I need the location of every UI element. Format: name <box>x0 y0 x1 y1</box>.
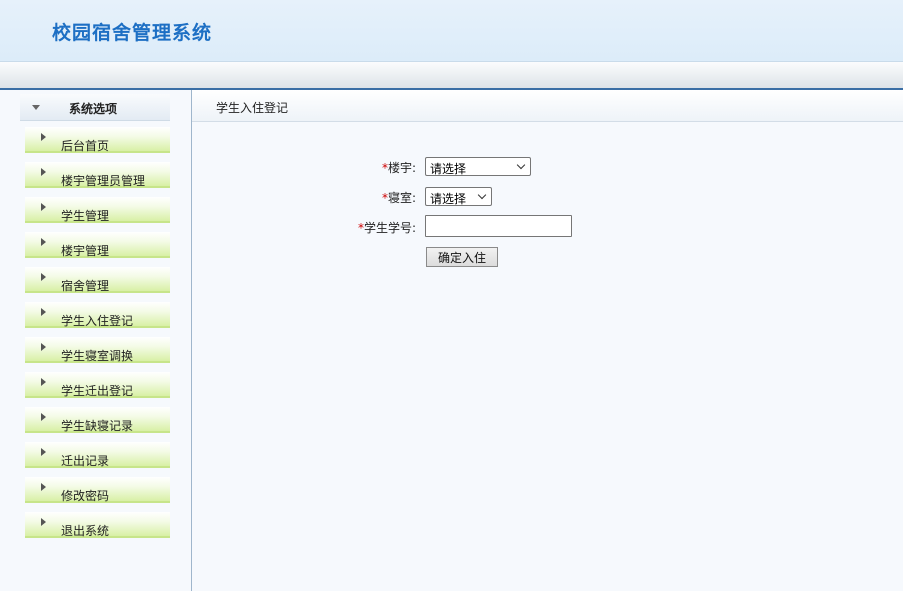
sidebar-item-building-admin[interactable]: 楼宇管理员管理 <box>25 162 170 188</box>
sidebar-item-change-password[interactable]: 修改密码 <box>25 477 170 503</box>
arrow-right-icon <box>41 308 46 316</box>
confirm-check-in-button[interactable]: 确定入住 <box>426 247 498 267</box>
sidebar-item-label: 楼宇管理员管理 <box>61 174 146 188</box>
sidebar-item-checkout-records[interactable]: 迁出记录 <box>25 442 170 468</box>
room-label-wrap: *寝室: <box>382 189 416 206</box>
arrow-right-icon <box>41 203 46 211</box>
header: 校园宿舍管理系统 <box>0 0 903 62</box>
breadcrumb-bar: 学生入住登记 <box>192 90 903 122</box>
arrow-right-icon <box>41 343 46 351</box>
building-label: 楼宇: <box>388 161 417 175</box>
sidebar-item-dorms[interactable]: 宿舍管理 <box>25 267 170 293</box>
arrow-right-icon <box>41 518 46 526</box>
sidebar-item-room-swap[interactable]: 学生寝室调换 <box>25 337 170 363</box>
building-select-value: 请选择 <box>430 162 467 176</box>
sidebar-item-label: 修改密码 <box>61 489 110 503</box>
sidebar-item-check-out[interactable]: 学生迁出登记 <box>25 372 170 398</box>
student-id-label: 学生学号: <box>364 221 417 235</box>
sidebar-item-logout[interactable]: 退出系统 <box>25 512 170 538</box>
sidebar-item-check-in[interactable]: 学生入住登记 <box>25 302 170 328</box>
sidebar-item-label: 学生迁出登记 <box>61 384 134 398</box>
sidebar-item-buildings[interactable]: 楼宇管理 <box>25 232 170 258</box>
sidebar-heading: 系统选项 <box>69 102 118 116</box>
sidebar-item-label: 楼宇管理 <box>61 244 110 258</box>
app-title: 校园宿舍管理系统 <box>52 22 213 44</box>
sidebar: 系统选项 后台首页 楼宇管理员管理 学生管理 楼宇管理 宿舍管理 学生入住登记 … <box>0 90 192 591</box>
sidebar-item-label: 退出系统 <box>61 524 110 538</box>
sidebar-item-label: 学生缺寝记录 <box>61 419 134 433</box>
page-title: 学生入住登记 <box>216 101 289 115</box>
sidebar-item-home[interactable]: 后台首页 <box>25 127 170 153</box>
student-id-input[interactable] <box>425 215 572 237</box>
sidebar-item-label: 学生管理 <box>61 209 110 223</box>
building-label-wrap: *楼宇: <box>382 159 416 176</box>
main-content: 学生入住登记 *楼宇: 请选择 *寝室: 请选择 *学生学号: 确定入住 <box>192 90 903 591</box>
sidebar-item-label: 学生入住登记 <box>61 314 134 328</box>
room-select-value: 请选择 <box>430 192 467 206</box>
arrow-right-icon <box>41 238 46 246</box>
sidebar-item-students[interactable]: 学生管理 <box>25 197 170 223</box>
chevron-down-icon <box>516 160 526 170</box>
arrow-right-icon <box>41 378 46 386</box>
sidebar-item-label: 学生寝室调换 <box>61 349 134 363</box>
caret-down-icon <box>32 105 40 110</box>
arrow-right-icon <box>41 413 46 421</box>
sidebar-header[interactable]: 系统选项 <box>20 94 170 121</box>
sidebar-item-label: 后台首页 <box>61 139 110 153</box>
arrow-right-icon <box>41 273 46 281</box>
chevron-down-icon <box>477 190 487 200</box>
building-select[interactable]: 请选择 <box>425 157 531 176</box>
student-id-label-wrap: *学生学号: <box>358 219 416 236</box>
top-toolbar <box>0 62 903 90</box>
room-select[interactable]: 请选择 <box>425 187 492 206</box>
room-label: 寝室: <box>388 191 417 205</box>
sidebar-item-label: 宿舍管理 <box>61 279 110 293</box>
arrow-right-icon <box>41 133 46 141</box>
sidebar-item-label: 迁出记录 <box>61 454 110 468</box>
arrow-right-icon <box>41 483 46 491</box>
arrow-right-icon <box>41 448 46 456</box>
arrow-right-icon <box>41 168 46 176</box>
sidebar-item-absence[interactable]: 学生缺寝记录 <box>25 407 170 433</box>
